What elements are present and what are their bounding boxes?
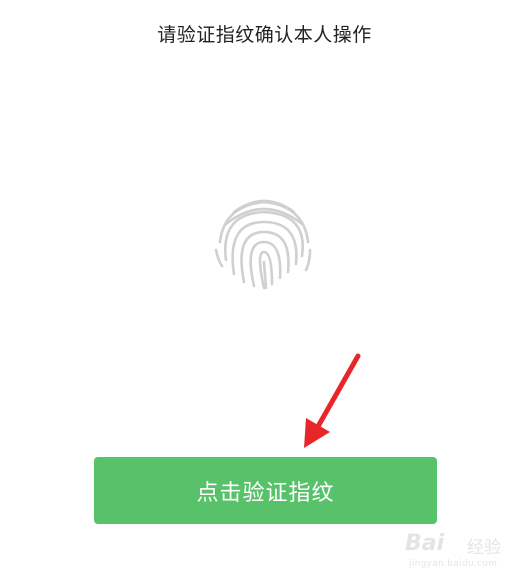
fingerprint-icon[interactable] xyxy=(212,190,316,294)
watermark-url: jingyan.baidu.com xyxy=(409,559,498,569)
page-title: 请验证指纹确认本人操作 xyxy=(157,24,372,46)
watermark-logo: Bai 经验 jingyan.baidu.com xyxy=(405,529,515,573)
verify-fingerprint-button[interactable]: 点击验证指纹 xyxy=(94,457,437,524)
watermark-brand: Bai xyxy=(405,531,445,556)
fingerprint-verification-screen: 请验证指纹确认本人操作 点击验证指纹 Bai 经验 jingyan.baidu.… xyxy=(0,0,529,581)
watermark-brand-cn: 经验 xyxy=(467,538,501,558)
red-arrow-icon xyxy=(304,353,361,448)
